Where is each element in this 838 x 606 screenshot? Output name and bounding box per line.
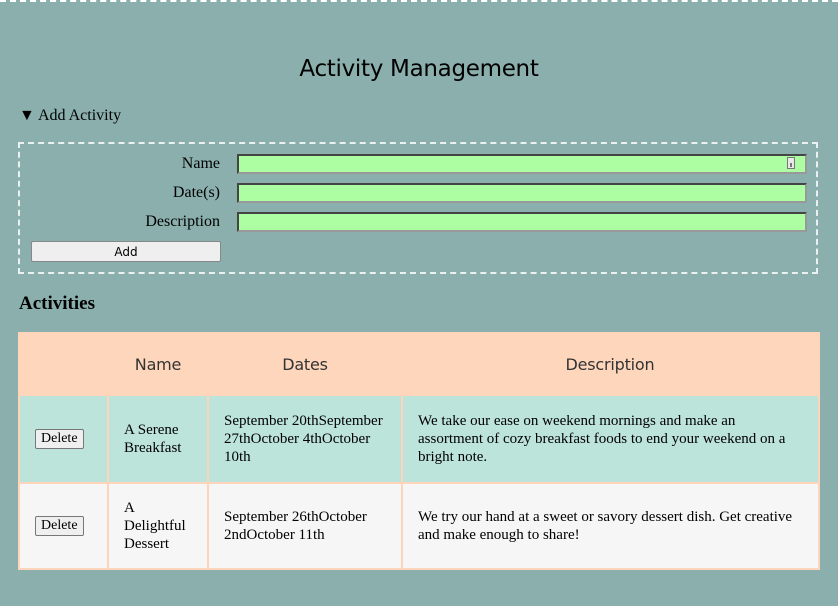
delete-button[interactable]: Delete xyxy=(35,429,84,449)
autofill-key-icon[interactable] xyxy=(787,157,795,169)
activity-name-cell: A Serene Breakfast xyxy=(107,394,209,484)
activity-description-cell: We take our ease on weekend mornings and… xyxy=(401,394,820,484)
column-header-actions xyxy=(19,333,108,395)
activity-description-cell: We try our hand at a sweet or savory des… xyxy=(401,482,820,570)
column-header-name: Name xyxy=(108,333,208,395)
activity-dates-cell: September 26thOctober 2ndOctober 11th xyxy=(207,482,403,570)
table-header-row: Name Dates Description xyxy=(19,333,819,395)
name-label: Name xyxy=(181,155,220,172)
activity-dates-cell: September 20thSeptember 27thOctober 4thO… xyxy=(207,394,403,484)
dates-input[interactable] xyxy=(237,183,807,203)
top-dashed-border xyxy=(0,0,838,2)
actions-cell: Delete xyxy=(18,482,109,570)
table-row: Delete A Delightful Dessert September 26… xyxy=(18,482,820,570)
actions-cell: Delete xyxy=(18,394,109,484)
add-activity-form: Name Date(s) Description Add xyxy=(18,142,818,274)
name-input[interactable] xyxy=(237,154,807,174)
column-header-description: Description xyxy=(402,333,819,395)
delete-button[interactable]: Delete xyxy=(35,516,84,536)
activities-heading: Activities xyxy=(19,293,95,314)
page-title: Activity Management xyxy=(299,56,539,82)
activities-table: Name Dates Description Delete A Serene B… xyxy=(18,332,820,570)
dates-label: Date(s) xyxy=(172,184,220,201)
add-activity-toggle[interactable]: ▼ Add Activity xyxy=(19,107,121,125)
description-input[interactable] xyxy=(237,212,807,232)
column-header-dates: Dates xyxy=(208,333,402,395)
description-label: Description xyxy=(145,213,220,230)
table-row: Delete A Serene Breakfast September 20th… xyxy=(18,394,820,484)
activity-name-cell: A Delightful Dessert xyxy=(107,482,209,570)
add-button[interactable]: Add xyxy=(31,241,221,262)
